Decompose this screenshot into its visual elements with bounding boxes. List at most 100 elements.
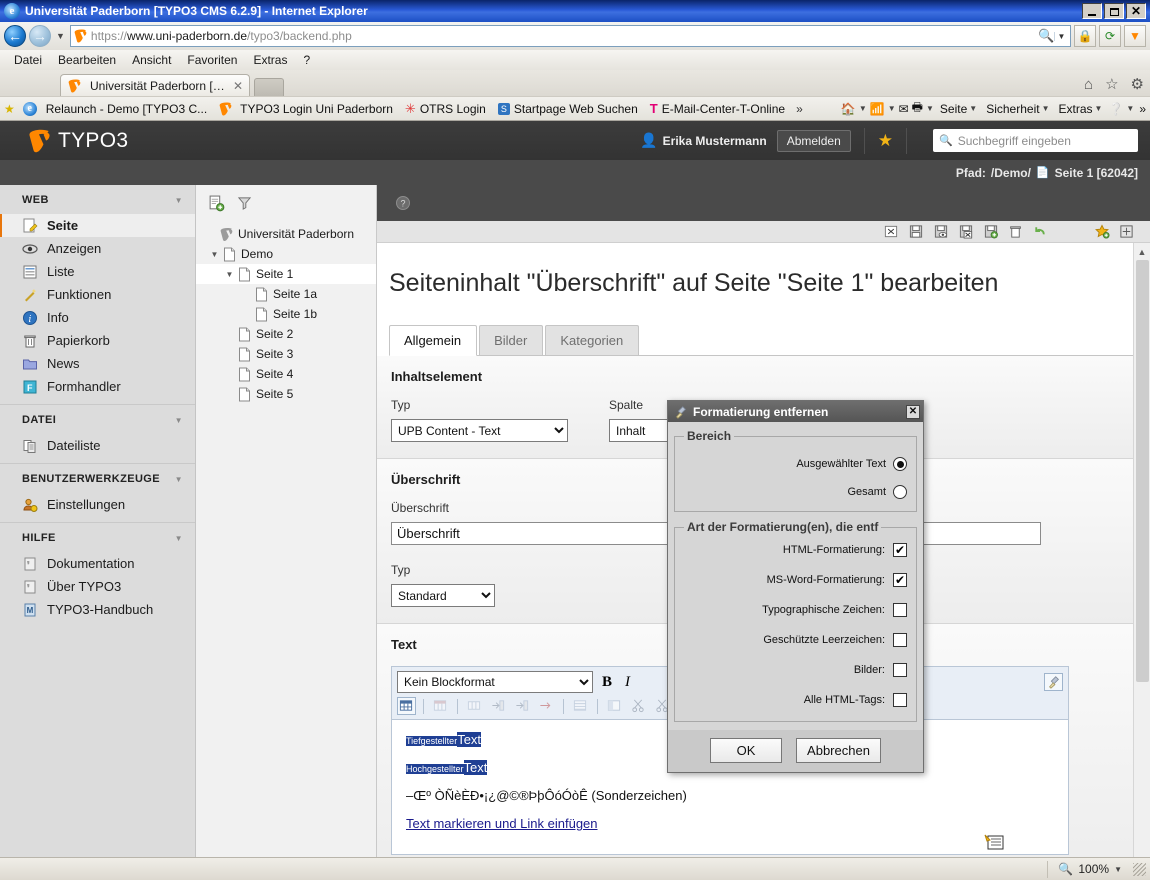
tree-node-seite-3[interactable]: Seite 3 xyxy=(196,344,376,364)
checkbox-msword-formatierung[interactable]: ✔ xyxy=(893,573,907,587)
refresh-icon[interactable]: ⟳ xyxy=(1099,25,1121,47)
tree-node-seite-1b[interactable]: Seite 1b xyxy=(196,304,376,324)
zoom-control[interactable]: 🔍 100% ▼ xyxy=(1047,860,1122,878)
back-button[interactable]: ← xyxy=(4,25,26,47)
split-cell-icon[interactable] xyxy=(605,697,624,715)
menu-ansicht[interactable]: Ansicht xyxy=(124,53,179,67)
favorite-item-startpage[interactable]: S Startpage Web Suchen xyxy=(494,102,642,116)
menu-help[interactable]: ? xyxy=(295,53,318,67)
favorite-item-relaunch[interactable]: e Relaunch - Demo [TYPO3 C... xyxy=(19,101,211,116)
home-caret-icon[interactable]: ▼ xyxy=(859,104,867,113)
user-info[interactable]: 👤 Erika Mustermann xyxy=(640,132,776,149)
scrollbar-thumb[interactable] xyxy=(1136,260,1149,682)
column-properties-icon[interactable] xyxy=(571,697,590,715)
menu-datei[interactable]: Datei xyxy=(6,53,50,67)
live-search[interactable]: 🔍 Suchbegriff eingeben xyxy=(933,129,1138,152)
favorites-overflow-icon[interactable]: » xyxy=(793,102,806,116)
minimize-button[interactable] xyxy=(1082,3,1102,19)
checkbox-row-leerzeichen[interactable]: Geschützte Leerzeichen: xyxy=(684,633,907,647)
add-bookmark-icon[interactable] xyxy=(1094,224,1110,239)
address-dropdown-icon[interactable]: ▼ xyxy=(1054,31,1068,41)
tree-node-seite-4[interactable]: Seite 4 xyxy=(196,364,376,384)
tree-toggle-icon[interactable]: ▼ xyxy=(224,270,235,279)
menu-bearbeiten[interactable]: Bearbeiten xyxy=(50,53,124,67)
favorite-item-tonline[interactable]: T E-Mail-Center-T-Online xyxy=(646,101,789,116)
checkbox-alle-html-tags[interactable] xyxy=(893,693,907,707)
checkbox-row-alle-html-tags[interactable]: Alle HTML-Tags: xyxy=(684,693,907,707)
radio-row-gesamt[interactable]: Gesamt xyxy=(684,485,907,499)
new-page-icon[interactable] xyxy=(208,195,225,212)
sidebar-item-anzeigen[interactable]: Anzeigen xyxy=(0,237,195,260)
ok-button[interactable]: OK xyxy=(710,738,783,763)
dialog-close-icon[interactable]: ✕ xyxy=(906,404,920,419)
row-properties-icon[interactable] xyxy=(465,697,484,715)
sidebar-item-papierkorb[interactable]: Papierkorb xyxy=(0,329,195,352)
compat-notice-icon[interactable] xyxy=(981,833,1005,856)
address-input[interactable]: https://www.uni-paderborn.de/typo3/backe… xyxy=(69,25,1071,47)
feeds-icon[interactable]: 📶 xyxy=(870,102,885,116)
tree-node-root[interactable]: Universität Paderborn xyxy=(196,224,376,244)
module-group-benutzerwerkzeuge[interactable]: BENUTZERWERKZEUGE ▼ xyxy=(0,464,195,493)
delete-icon[interactable] xyxy=(1008,224,1023,239)
scroll-up-arrow-icon[interactable]: ▲ xyxy=(1134,243,1150,260)
close-button[interactable]: ✕ xyxy=(1126,3,1146,19)
favorite-item-otrs[interactable]: ✳ OTRS Login xyxy=(401,101,490,117)
typo3-logo[interactable]: TYPO3 xyxy=(0,129,128,153)
sidebar-item-dokumentation[interactable]: Dokumentation xyxy=(0,552,195,575)
browser-tab[interactable]: Universität Paderborn [TYPO... ✕ xyxy=(60,74,250,96)
save-and-close-icon[interactable] xyxy=(958,224,974,239)
insert-row-above-icon[interactable] xyxy=(489,697,508,715)
home-page-icon[interactable]: 🏠 xyxy=(841,102,856,116)
ueberschrift-typ-select[interactable]: Standard xyxy=(391,584,495,607)
new-tab-button[interactable] xyxy=(254,78,284,96)
save-icon[interactable] xyxy=(908,224,924,239)
help-icon[interactable]: ❔ xyxy=(1108,102,1123,116)
security-lock-icon[interactable]: 🔒 xyxy=(1074,25,1096,47)
sidebar-item-news[interactable]: News xyxy=(0,352,195,375)
sidebar-item-ueber-typo3[interactable]: Über TYPO3 xyxy=(0,575,195,598)
tree-node-seite-2[interactable]: Seite 2 xyxy=(196,324,376,344)
italic-button[interactable]: I xyxy=(621,674,634,691)
menu-extras[interactable]: Extras xyxy=(245,53,295,67)
close-doc-icon[interactable] xyxy=(883,224,899,239)
fullscreen-icon[interactable] xyxy=(1119,224,1134,239)
module-group-hilfe[interactable]: HILFE ▼ xyxy=(0,523,195,552)
delete-row-icon[interactable] xyxy=(537,697,556,715)
checkbox-row-msword[interactable]: MS-Word-Formatierung: ✔ xyxy=(684,573,907,587)
tools-gear-icon[interactable]: ⚙ xyxy=(1131,75,1144,93)
maximize-button[interactable] xyxy=(1104,3,1124,19)
cmd-extras[interactable]: Extras ▼ xyxy=(1056,102,1106,116)
command-overflow-icon[interactable]: » xyxy=(1137,102,1146,116)
rte-link[interactable]: Text markieren und Link einfügen xyxy=(406,816,598,831)
search-icon[interactable]: 🔍 xyxy=(1038,28,1054,44)
print-icon[interactable]: 🖶 xyxy=(912,98,923,119)
tree-node-seite-1[interactable]: ▼ Seite 1 xyxy=(196,264,376,284)
tree-node-demo[interactable]: ▼ Demo xyxy=(196,244,376,264)
resize-grip[interactable] xyxy=(1133,862,1146,876)
favorite-item-typo3-login[interactable]: TYPO3 Login Uni Paderborn xyxy=(215,102,397,116)
sidebar-item-dateiliste[interactable]: Dateiliste xyxy=(0,434,195,457)
sidebar-item-info[interactable]: i Info xyxy=(0,306,195,329)
add-favorite-icon[interactable]: ★ xyxy=(4,102,15,116)
sidebar-item-einstellungen[interactable]: Einstellungen xyxy=(0,493,195,516)
sidebar-item-liste[interactable]: Liste xyxy=(0,260,195,283)
home-icon[interactable]: ⌂ xyxy=(1084,76,1093,93)
tab-close-icon[interactable]: ✕ xyxy=(233,79,243,93)
zoom-caret-icon[interactable]: ▼ xyxy=(1114,865,1122,874)
print-caret-icon[interactable]: ▼ xyxy=(926,104,934,113)
radio-gesamt[interactable] xyxy=(893,485,907,499)
mail-icon[interactable]: ✉ xyxy=(899,102,909,116)
recent-pages-dropdown-icon[interactable]: ▼ xyxy=(54,31,67,41)
feeds-caret-icon[interactable]: ▼ xyxy=(888,104,896,113)
logout-button[interactable]: Abmelden xyxy=(776,129,851,152)
tree-toggle-icon[interactable]: ▼ xyxy=(209,250,220,259)
compatibility-icon[interactable]: ▼ xyxy=(1124,25,1146,47)
checkbox-geschuetzte-leerzeichen[interactable] xyxy=(893,633,907,647)
sidebar-item-funktionen[interactable]: Funktionen xyxy=(0,283,195,306)
save-and-new-icon[interactable] xyxy=(983,224,999,239)
checkbox-row-html[interactable]: HTML-Formatierung: ✔ xyxy=(684,543,907,557)
checkbox-typographische-zeichen[interactable] xyxy=(893,603,907,617)
checkbox-row-typographische[interactable]: Typographische Zeichen: xyxy=(684,603,907,617)
insert-table-icon[interactable] xyxy=(397,697,416,715)
checkbox-row-bilder[interactable]: Bilder: xyxy=(684,663,907,677)
